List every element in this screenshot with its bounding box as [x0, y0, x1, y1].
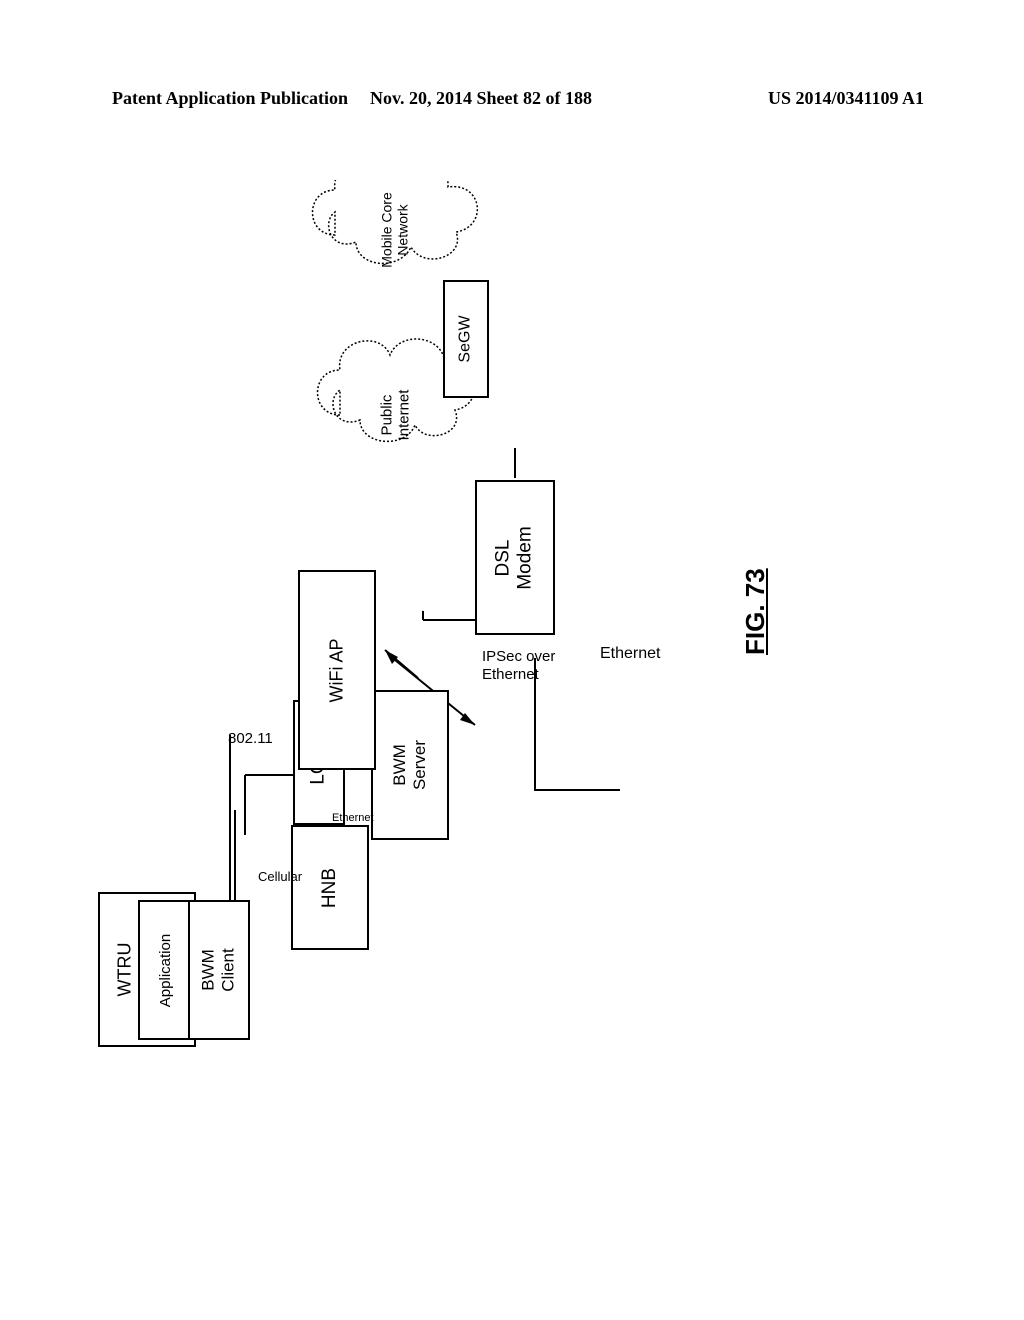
figure-diagram: WTRU Application BWM Client LGW HNB BWM …: [80, 180, 940, 1100]
label-bwm-client: BWM Client: [199, 948, 239, 991]
label-bwm-server: BWM Server: [390, 740, 430, 790]
box-hnb: HNB: [291, 825, 369, 950]
header-center: Nov. 20, 2014 Sheet 82 of 188: [370, 88, 592, 109]
label-cellular: Cellular: [258, 868, 302, 886]
label-80211: 802.11: [228, 730, 273, 748]
label-mobile-core: Mobile Core Network: [379, 192, 411, 267]
label-ipsec: IPSec over Ethernet: [482, 648, 555, 684]
box-bwm-server: BWM Server: [371, 690, 449, 840]
box-bwm-client: BWM Client: [188, 900, 250, 1040]
label-segw: SeGW: [457, 315, 475, 362]
header-right: US 2014/0341109 A1: [768, 88, 924, 109]
box-application: Application: [138, 900, 193, 1040]
cloud-public-internet: Public Internet: [350, 375, 440, 455]
label-application: Application: [157, 933, 174, 1006]
label-dsl-modem: DSL Modem: [493, 526, 537, 589]
label-ethernet-small: Ethernet: [332, 808, 374, 826]
box-segw-solid: SeGW: [443, 280, 489, 398]
cloud-mobile-core: Mobile Core Network: [345, 190, 445, 270]
figure-label: FIG. 73: [740, 568, 771, 655]
header-left: Patent Application Publication: [112, 88, 348, 109]
label-wifi-ap: WiFi AP: [326, 638, 347, 702]
label-hnb: HNB: [319, 867, 341, 907]
label-public-internet: Public Internet: [378, 390, 412, 441]
box-wifi-ap-final: WiFi AP: [298, 570, 376, 770]
label-ethernet-big: Ethernet: [600, 645, 660, 663]
box-dsl-modem: DSL Modem: [475, 480, 555, 635]
label-wtru: WTRU: [114, 943, 135, 997]
